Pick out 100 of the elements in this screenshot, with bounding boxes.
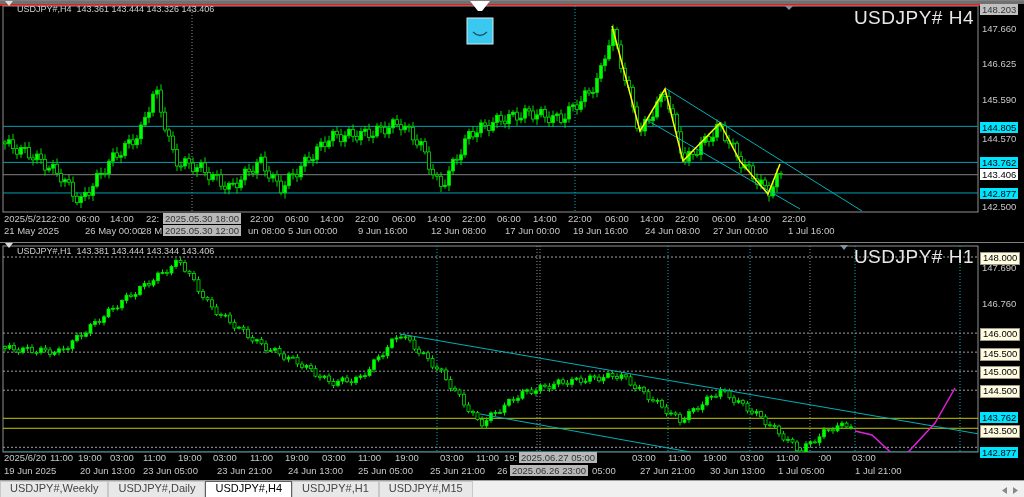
- time-label: 24 Jun 08:00: [645, 225, 700, 236]
- time-label: 06:00: [605, 213, 629, 224]
- time-label: 30 Jun 13:00: [710, 465, 765, 476]
- time-label: 06:00: [712, 213, 736, 224]
- time-label: 11:00: [143, 452, 167, 463]
- price-label: 143.500: [980, 425, 1021, 438]
- time-label: 03:00: [440, 452, 464, 463]
- price-label: 144.805: [980, 122, 1019, 133]
- time-label: 14:00: [320, 213, 344, 224]
- chart-header: USDJPY#,H4 143.361 143.444 143.326 143.406: [17, 4, 215, 15]
- time-label: 11:00: [358, 452, 382, 463]
- time-label: 1 Jul 21:00: [855, 465, 902, 476]
- time-label: 26 May 00:00: [85, 225, 143, 236]
- time-label: 11:00: [250, 452, 274, 463]
- time-label: 22:00: [675, 213, 699, 224]
- time-label: 19:00: [178, 452, 202, 463]
- time-label: 1 Jul 16:00: [788, 225, 835, 236]
- cursor-time-label: 2025.05.30 12:00: [163, 225, 241, 236]
- chart-tab[interactable]: USDJPY#,H1: [292, 481, 379, 497]
- time-label: 22:00: [462, 213, 486, 224]
- time-label: 23 Jun 21:00: [217, 465, 272, 476]
- chart-tab[interactable]: USDJPY#,M15: [378, 481, 473, 497]
- time-label: 22:00: [250, 213, 274, 224]
- time-label: 22:00: [568, 213, 592, 224]
- time-label: 22:00: [355, 213, 379, 224]
- time-label: 19 Jun 2025: [4, 465, 57, 476]
- price-label: 145.590: [981, 94, 1018, 105]
- time-label: 11:00: [50, 452, 74, 463]
- time-label: 14:00: [427, 213, 451, 224]
- time-label: 03:00: [632, 452, 656, 463]
- price-label: 142.877: [980, 188, 1019, 199]
- time-label: 03:00: [852, 452, 876, 463]
- time-label: 14:00: [747, 213, 771, 224]
- time-label: 03:00: [213, 452, 237, 463]
- time-label: 22:00: [782, 213, 806, 224]
- time-label: 9 Jun 16:00: [358, 225, 408, 236]
- price-label: 145.500: [980, 348, 1021, 361]
- time-label: 2025/5/21: [4, 213, 47, 224]
- time-label: 14:00: [533, 213, 557, 224]
- time-label: 17 Jun 00:00: [505, 225, 560, 236]
- chart-tab[interactable]: USDJPY#,H4: [205, 481, 293, 497]
- time-label: 1 Jul 05:00: [778, 465, 825, 476]
- price-label: 145.000: [980, 366, 1021, 379]
- time-label: 27 Jun 00:00: [713, 225, 768, 236]
- time-label: 27 Jun 21:00: [640, 465, 695, 476]
- time-label: un 08:00: [248, 225, 285, 236]
- time-label: 06:00: [392, 213, 416, 224]
- cursor-time-label: 2025.06.26 23:00: [510, 465, 588, 476]
- time-label: 25 Jun 21:00: [430, 465, 485, 476]
- time-label: 23 Jun 05:00: [143, 465, 198, 476]
- time-label: 14:00: [110, 213, 134, 224]
- time-label: 19:00: [703, 452, 727, 463]
- price-label: 142.500: [981, 201, 1018, 212]
- time-label: 11:00: [668, 452, 692, 463]
- price-label: 148.203: [980, 4, 1019, 15]
- price-label: 147.660: [981, 23, 1018, 34]
- time-label: 11:00: [476, 452, 500, 463]
- price-label: 147.690: [981, 262, 1018, 273]
- time-label: 21 May 2025: [4, 225, 59, 236]
- time-label: 11:00: [776, 452, 800, 463]
- price-label: 144.500: [980, 385, 1021, 398]
- time-label: 05:00: [592, 465, 616, 476]
- time-label: 2025/6/20: [4, 452, 47, 463]
- time-label: 25 Jun 05:00: [358, 465, 413, 476]
- time-label: 19:00: [78, 452, 102, 463]
- price-label: 142.877: [980, 447, 1019, 458]
- price-label: 143.406: [980, 169, 1019, 180]
- time-label: 20 Jun 13:00: [80, 465, 135, 476]
- time-label: 03:00: [322, 452, 346, 463]
- time-label: 26: [497, 465, 508, 476]
- cursor-time-label: 2025.05.30 18:00: [163, 213, 241, 224]
- time-label: 5 Jun 00:00: [288, 225, 338, 236]
- chart-tab[interactable]: USDJPY#,Weekly: [0, 481, 109, 497]
- price-label: 146.625: [981, 58, 1018, 69]
- time-label: 19:: [504, 452, 518, 463]
- time-label: 24 Jun 13:00: [288, 465, 343, 476]
- time-label: 12 Jun 08:00: [431, 225, 486, 236]
- time-label: :00: [818, 452, 832, 463]
- time-label: 03:00: [740, 452, 764, 463]
- price-label: 143.762: [980, 157, 1019, 168]
- chart-tab[interactable]: USDJPY#,Daily: [108, 481, 206, 497]
- time-label: 22:00: [46, 213, 70, 224]
- time-label: 19:00: [285, 452, 309, 463]
- cursor-time-label: 2025.06.27 05:00: [519, 452, 597, 463]
- symbol-title: USDJPY# H1: [853, 246, 974, 268]
- time-label: 14:00: [640, 213, 664, 224]
- price-label: 143.762: [980, 412, 1019, 423]
- time-label: 06:00: [285, 213, 309, 224]
- price-label: 146.760: [981, 298, 1018, 309]
- time-label: 22:: [146, 213, 160, 224]
- time-label: 06:00: [497, 213, 521, 224]
- time-label: 06:00: [76, 213, 100, 224]
- time-label: 28 M: [141, 225, 163, 236]
- time-label: 19 Jun 16:00: [573, 225, 628, 236]
- time-label: 03:00: [110, 452, 134, 463]
- time-label: 19:00: [395, 452, 419, 463]
- price-label: 148.000: [980, 252, 1021, 265]
- price-label: 146.000: [980, 328, 1021, 341]
- symbol-title: USDJPY# H4: [853, 7, 974, 29]
- chart-header: USDJPY#,H1 143.381 143.444 143.344 143.406: [17, 246, 215, 257]
